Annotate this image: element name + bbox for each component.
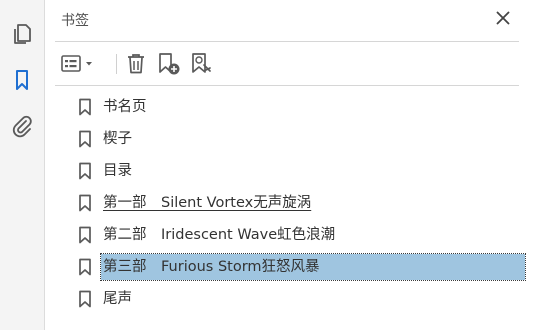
bookmark-icon <box>75 129 95 149</box>
header-divider <box>55 41 519 42</box>
trash-icon <box>125 52 147 76</box>
bookmark-label: 第三部 Furious Storm狂怒风暴 <box>100 253 526 281</box>
toolbar-separator <box>116 54 117 74</box>
options-menu-button[interactable] <box>57 50 97 78</box>
panel-title: 书签 <box>61 13 89 29</box>
bookmark-item[interactable]: 第三部 Furious Storm狂怒风暴 <box>75 253 527 281</box>
bookmark-item[interactable]: 尾声 <box>75 286 527 312</box>
delete-bookmark-button[interactable] <box>124 50 148 78</box>
bookmark-icon <box>75 289 95 309</box>
bookmark-icon <box>75 193 95 213</box>
bookmark-add-icon <box>156 51 182 77</box>
pages-icon[interactable] <box>10 22 34 46</box>
bookmark-icon <box>75 257 95 277</box>
bookmark-label: 目录 <box>103 163 132 179</box>
bookmark-item[interactable]: 书名页 <box>75 94 527 120</box>
bookmark-icon <box>75 161 95 181</box>
bookmark-item[interactable]: 楔子 <box>75 126 527 152</box>
find-bookmark-button[interactable] <box>189 50 215 78</box>
bookmark-label: 书名页 <box>103 99 147 115</box>
new-bookmark-button[interactable] <box>156 50 182 78</box>
bookmark-label: 楔子 <box>103 131 132 147</box>
left-nav-rail <box>0 0 45 330</box>
bookmark-item[interactable]: 目录 <box>75 158 527 184</box>
bookmark-label: 尾声 <box>103 291 132 307</box>
close-icon[interactable] <box>495 10 511 26</box>
bookmark-item[interactable]: 第一部 Silent Vortex无声旋涡 <box>75 190 527 216</box>
bookmark-label: 第一部 Silent Vortex无声旋涡 <box>103 195 312 211</box>
bookmark-item[interactable]: 第二部 Iridescent Wave虹色浪潮 <box>75 222 527 248</box>
bookmarks-panel: 书签 书名页 楔子 目录 第一部 Silent Vortex无声旋涡 第二部 I… <box>45 0 552 330</box>
list-options-icon <box>59 54 95 74</box>
attachment-icon[interactable] <box>10 114 34 138</box>
toolbar-divider <box>55 85 519 86</box>
bookmark-toolbar <box>57 50 517 78</box>
bookmark-search-icon <box>189 51 215 77</box>
bookmark-label: 第二部 Iridescent Wave虹色浪潮 <box>103 227 336 243</box>
bookmark-icon[interactable] <box>10 68 34 92</box>
bookmark-icon <box>75 225 95 245</box>
bookmark-icon <box>75 97 95 117</box>
